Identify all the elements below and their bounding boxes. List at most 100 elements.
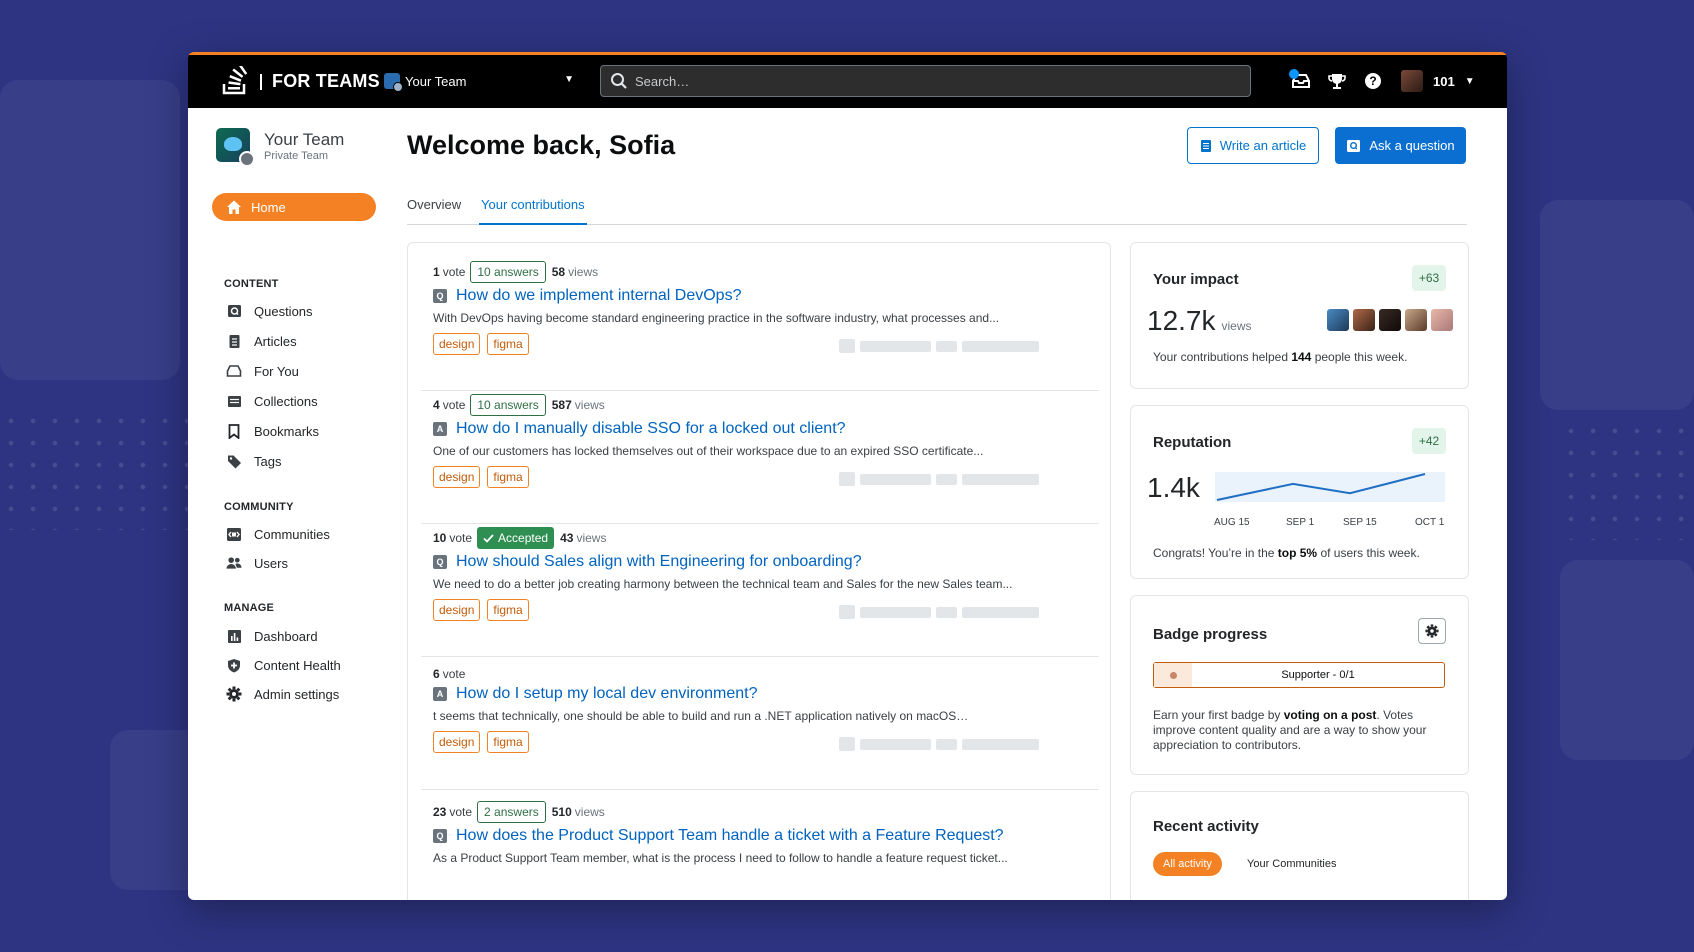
tab-bar: Overview Your contributions [407,188,1467,225]
tag-chip[interactable]: figma [487,333,529,355]
section-heading-manage: MANAGE [224,602,275,614]
help-icon: ? [1365,73,1381,89]
user-menu[interactable]: 101 ▼ [1401,70,1475,92]
card-title: Your impact [1153,271,1239,288]
question-title-link[interactable]: A How do I manually disable SSO for a lo… [433,420,846,438]
background-shape [1560,560,1694,760]
sidebar-item-for-you[interactable]: For You [226,361,299,381]
sidebar-item-questions[interactable]: Questions [226,301,313,321]
chart-tick-label: AUG 15 [1214,517,1250,528]
sidebar-item-articles[interactable]: Articles [226,331,297,351]
tag-chip[interactable]: design [433,466,481,488]
logo-divider [260,74,262,90]
background-shape [1540,200,1694,410]
communities-icon [226,526,242,542]
sidebar-item-label: Users [254,555,288,571]
write-article-button[interactable]: Write an article [1187,127,1319,164]
sidebar-item-users[interactable]: Users [226,553,288,573]
inbox-button[interactable] [1283,65,1319,97]
question-stats: 10 vote Accepted 43 views [433,527,606,549]
loading-placeholder [839,605,1044,620]
badge-progress-card: Badge progress Supporter - 0/1 Earn your… [1130,595,1469,775]
sidebar-item-tags[interactable]: Tags [226,451,281,471]
badge-settings-button[interactable] [1418,618,1446,644]
background-dots [1560,420,1694,540]
article-icon [226,333,242,349]
vote-count: 23 [433,805,447,819]
filter-your-communities[interactable]: Your Communities [1247,852,1336,876]
list-item: 6 vote A How do I setup my local dev env… [421,663,1099,790]
team-logo-icon [216,128,255,167]
search-icon [611,73,627,89]
sidebar-item-bookmarks[interactable]: Bookmarks [226,421,319,441]
page-title: Welcome back, Sofia [407,130,676,160]
question-title: How should Sales align with Engineering … [456,553,862,570]
tag-chip[interactable]: design [433,599,481,621]
stack-overflow-logo-icon[interactable] [220,66,250,96]
search-bar[interactable] [600,65,1251,97]
filter-all-activity[interactable]: All activity [1153,852,1222,876]
search-input[interactable] [635,73,1250,89]
team-switcher[interactable]: Your Team ▼ [384,68,584,94]
sidebar-item-label: For You [254,363,299,379]
question-title-link[interactable]: Q How should Sales align with Engineerin… [433,553,862,571]
reputation-sparkline [1215,472,1445,502]
brand-label: FOR TEAMS [272,71,380,91]
card-title: Reputation [1153,434,1232,451]
sidebar-item-dashboard[interactable]: Dashboard [226,626,318,646]
chart-tick-label: SEP 15 [1343,517,1377,528]
dashboard-icon [226,628,242,644]
help-button[interactable]: ? [1355,65,1391,97]
question-title-link[interactable]: Q How do we implement internal DevOps? [433,287,741,305]
home-icon [227,200,241,214]
article-icon [1200,139,1211,152]
users-icon [226,555,242,571]
tab-your-contributions[interactable]: Your contributions [479,197,587,225]
sidebar-item-communities[interactable]: Communities [226,524,330,544]
shield-icon [226,657,242,673]
vote-count: 10 [433,531,447,545]
vote-label: vote [442,667,466,681]
avatar-stack [1324,308,1454,332]
sidebar-item-label: Collections [254,393,318,409]
tag-chip[interactable]: design [433,731,481,753]
tag-chip[interactable]: figma [487,466,529,488]
sidebar-item-label: Admin settings [254,686,340,702]
sidebar-item-collections[interactable]: Collections [226,391,318,411]
left-sidebar: Your Team Private Team Home CONTENT Ques… [188,108,380,900]
question-title-link[interactable]: A How do I setup my local dev environmen… [433,685,757,703]
team-logo-icon [384,73,403,92]
tag-chip[interactable]: figma [487,599,529,621]
sidebar-item-admin-settings[interactable]: Admin settings [226,684,339,704]
tag-chip[interactable]: figma [487,731,529,753]
chevron-down-icon: ▼ [564,74,574,85]
tag-icon [226,453,242,469]
question-excerpt: As a Product Support Team member, what i… [433,851,1008,865]
avatar [1404,308,1428,332]
main-content: Welcome back, Sofia Write an article Ask… [407,108,1507,900]
question-stats: 6 vote [433,663,465,685]
chart-tick-label: SEP 1 [1286,517,1315,528]
sparkline-background [1215,472,1445,502]
background-shape [0,80,180,380]
achievements-button[interactable] [1319,65,1355,97]
tag-chip[interactable]: design [433,333,481,355]
list-item: 23 vote 2 answers 510 views Q How does t… [421,801,1099,900]
question-title-link[interactable]: Q How does the Product Support Team hand… [433,827,1004,845]
sidebar-item-home[interactable]: Home [212,193,376,221]
ask-question-button[interactable]: Ask a question [1335,127,1466,164]
view-count: 587 [551,398,572,412]
list-item: 10 vote Accepted 43 views Q How should S… [421,527,1099,657]
reputation-value: 1.4k [1147,472,1200,503]
team-header[interactable]: Your Team Private Team [216,128,344,167]
question-title: How do we implement internal DevOps? [456,287,742,304]
reputation-count: 101 [1433,73,1455,89]
collection-icon [226,393,242,409]
bookmark-icon [226,423,242,439]
vote-label: vote [442,398,466,412]
loading-placeholder [839,339,1044,354]
question-excerpt: One of our customers has locked themselv… [433,444,984,458]
gear-icon [1425,624,1439,638]
tab-overview[interactable]: Overview [407,197,461,225]
sidebar-item-content-health[interactable]: Content Health [226,655,341,675]
